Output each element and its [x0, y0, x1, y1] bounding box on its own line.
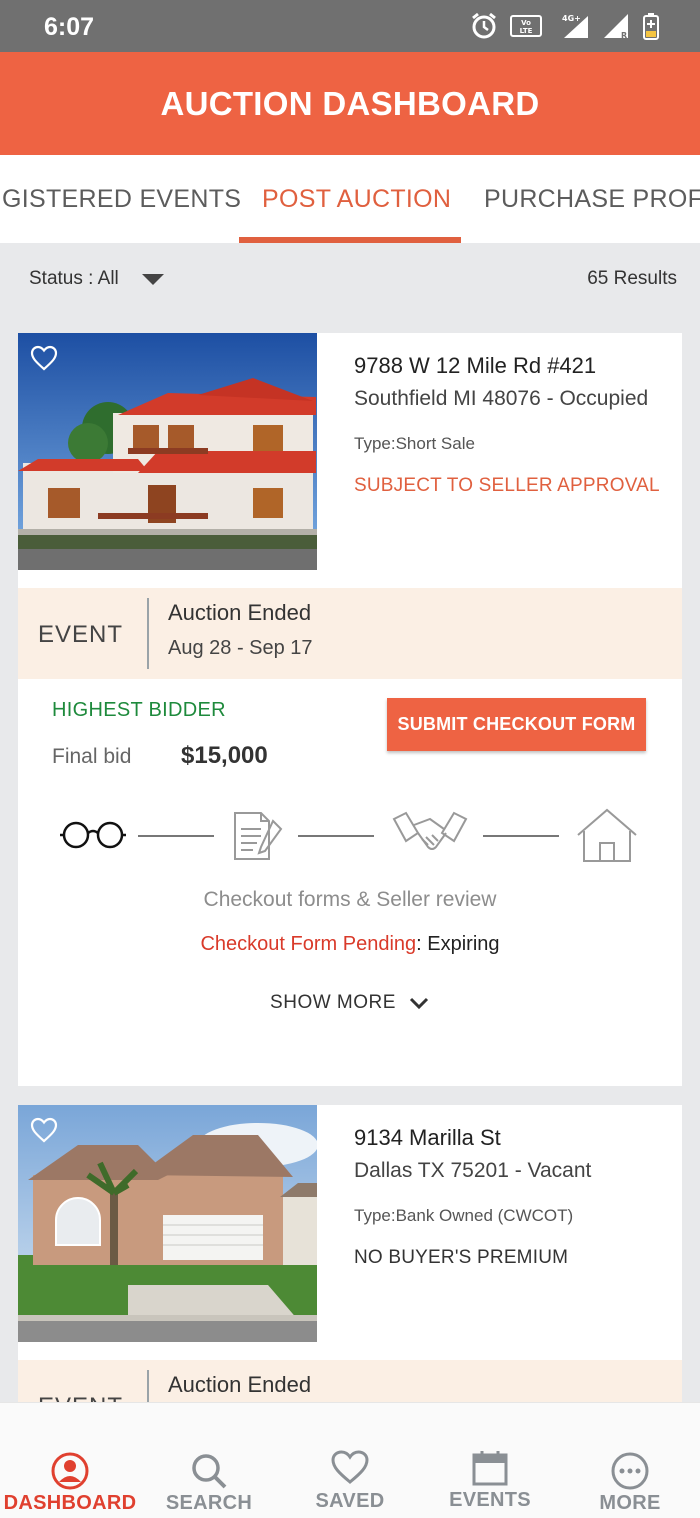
- dropdown-caret-icon[interactable]: [142, 274, 164, 285]
- app-bar: AUCTION DASHBOARD: [0, 52, 700, 155]
- final-bid-label: Final bid: [52, 745, 132, 768]
- favorite-heart-icon[interactable]: [30, 345, 58, 371]
- results-count: 65 Results: [587, 268, 677, 289]
- property-photo[interactable]: [18, 333, 317, 570]
- show-more-label[interactable]: SHOW MORE: [270, 992, 396, 1013]
- nav-search-label[interactable]: SEARCH: [139, 1492, 279, 1515]
- address-line-2: Dallas TX 75201 - Vacant: [354, 1159, 592, 1182]
- step-caption: Checkout forms & Seller review: [203, 888, 497, 911]
- nav-more[interactable]: MORE: [560, 1403, 700, 1518]
- event-status: Auction Ended: [168, 1372, 312, 1397]
- chevron-down-icon[interactable]: [408, 996, 430, 1010]
- event-label: EVENT: [38, 621, 124, 648]
- event-dates: Aug 28 - Sep 17: [168, 637, 313, 659]
- nav-saved-label[interactable]: SAVED: [280, 1490, 420, 1513]
- property-type: Type:Short Sale: [354, 434, 475, 453]
- listing-tag: SUBJECT TO SELLER APPROVAL: [354, 475, 660, 496]
- filter-bar: Status : All 65 Results: [0, 243, 700, 315]
- property-type: Type:Bank Owned (CWCOT): [354, 1206, 574, 1225]
- more-icon[interactable]: [610, 1451, 650, 1491]
- pending-suffix: : Expiring: [416, 933, 500, 955]
- address-line-1: 9134 Marilla St: [354, 1125, 501, 1150]
- progress-steps: [18, 803, 682, 873]
- volte-icon: Vo LTE: [510, 15, 542, 37]
- status-filter-dropdown[interactable]: Status : All: [29, 268, 119, 290]
- document-icon: [234, 812, 283, 860]
- event-band: EVENT Auction Ended Aug 28 - Sep 17: [18, 588, 682, 679]
- nav-events[interactable]: EVENTS: [420, 1403, 560, 1518]
- favorite-heart-icon[interactable]: [30, 1117, 58, 1143]
- svg-text:Vo: Vo: [521, 19, 531, 27]
- battery-icon: [643, 13, 659, 40]
- divider: [147, 1370, 149, 1402]
- tab-purchase-profile[interactable]: PURCHASE PROFIL: [484, 155, 700, 243]
- event-band: EVENT Auction Ended: [18, 1360, 682, 1402]
- tab-post-auction[interactable]: POST AUCTION: [262, 155, 451, 243]
- address-line-2: Southfield MI 48076 - Occupied: [354, 387, 649, 410]
- search-icon[interactable]: [189, 1451, 229, 1491]
- bottom-navigation: DASHBOARD SEARCH SAVED EVENTS MORE: [0, 1402, 700, 1518]
- house-photo-illustration: [18, 333, 317, 570]
- tab-registered-events[interactable]: GISTERED EVENTS: [2, 155, 241, 243]
- svg-text:4G+: 4G+: [562, 14, 581, 23]
- step-connector: [483, 835, 559, 837]
- glasses-icon: [60, 821, 126, 849]
- status-bar: 6:07 Vo LTE 4G+ R: [0, 0, 700, 52]
- nav-search[interactable]: SEARCH: [139, 1403, 279, 1518]
- alarm-icon: [472, 12, 496, 39]
- final-bid-value: $15,000: [181, 742, 268, 769]
- pending-label: Checkout Form Pending: [200, 933, 417, 955]
- listing-tag: NO BUYER'S PREMIUM: [354, 1247, 569, 1268]
- signal-4g-icon: 4G+: [562, 14, 588, 38]
- page-title: AUCTION DASHBOARD: [160, 85, 540, 122]
- calendar-icon[interactable]: [471, 1449, 509, 1487]
- listing-card[interactable]: 9788 W 12 Mile Rd #421 Southfield MI 480…: [18, 333, 682, 1086]
- step-connector: [298, 835, 374, 837]
- checkout-status: Checkout Form Pending: Expiring: [18, 933, 682, 956]
- house-icon: [577, 808, 637, 862]
- property-photo[interactable]: [18, 1105, 317, 1342]
- tab-bar: GISTERED EVENTS POST AUCTION PURCHASE PR…: [0, 155, 700, 243]
- listing-card[interactable]: 9134 Marilla St Dallas TX 75201 - Vacant…: [18, 1105, 682, 1402]
- divider: [147, 598, 149, 669]
- show-more-toggle[interactable]: SHOW MORE: [18, 992, 682, 1014]
- bid-status: HIGHEST BIDDER: [52, 699, 226, 721]
- heart-icon[interactable]: [330, 1449, 370, 1485]
- submit-checkout-form-button[interactable]: SUBMIT CHECKOUT FORM: [387, 698, 646, 751]
- svg-text:LTE: LTE: [520, 27, 533, 35]
- profile-icon[interactable]: [50, 1451, 90, 1491]
- nav-events-label[interactable]: EVENTS: [420, 1489, 560, 1512]
- house-photo-illustration: [18, 1105, 317, 1342]
- status-time: 6:07: [44, 13, 95, 41]
- step-connector: [138, 835, 214, 837]
- nav-saved[interactable]: SAVED: [280, 1403, 420, 1518]
- signal-roaming-icon: R: [604, 14, 628, 40]
- event-status: Auction Ended: [168, 600, 312, 625]
- nav-dashboard[interactable]: DASHBOARD: [0, 1403, 140, 1518]
- svg-text:R: R: [621, 31, 627, 40]
- event-label: EVENT: [38, 1393, 123, 1402]
- handshake-icon: [392, 811, 468, 850]
- nav-dashboard-label[interactable]: DASHBOARD: [0, 1492, 140, 1515]
- status-icons: Vo LTE 4G+ R: [470, 12, 660, 40]
- address-line-1: 9788 W 12 Mile Rd #421: [354, 353, 597, 378]
- nav-more-label[interactable]: MORE: [560, 1492, 700, 1515]
